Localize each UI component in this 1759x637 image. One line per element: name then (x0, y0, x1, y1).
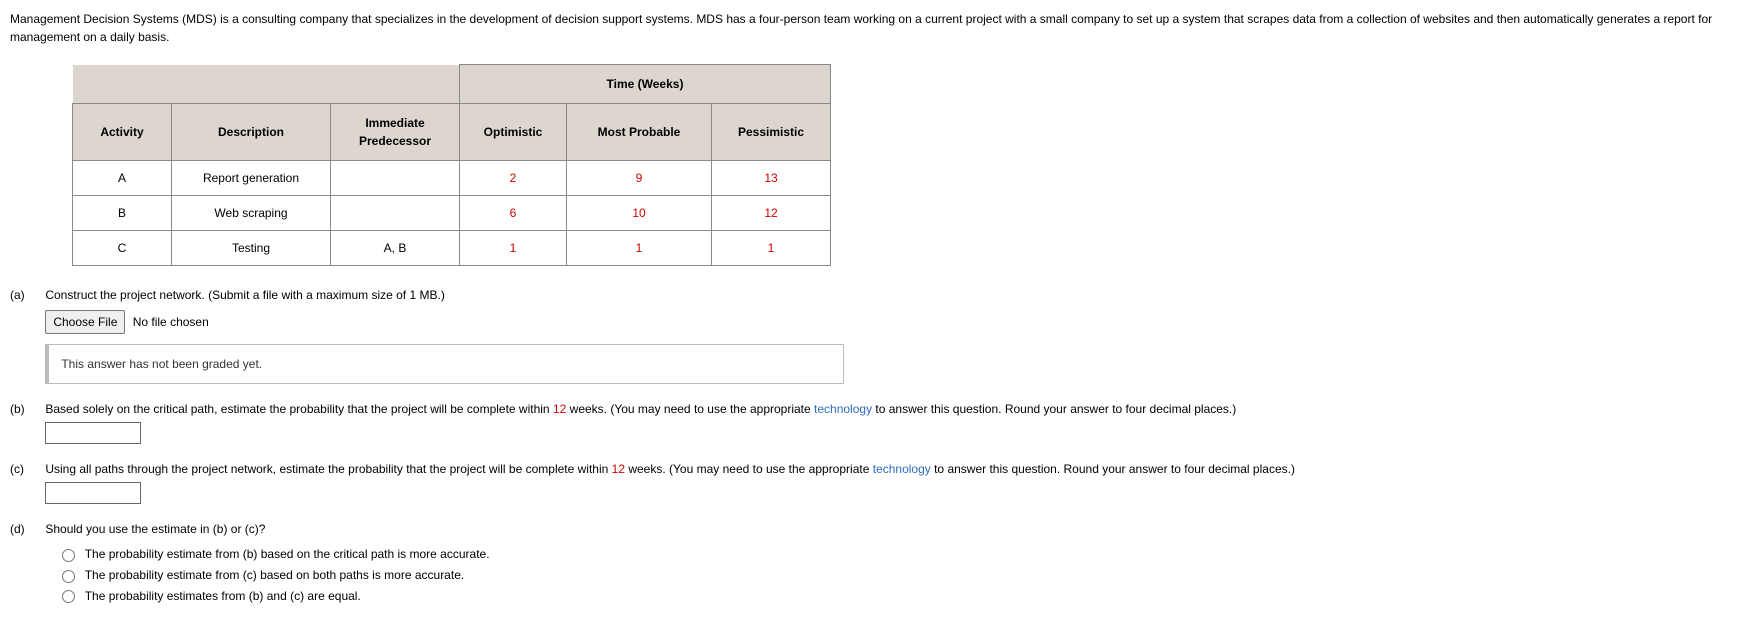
cell-desc: Testing (172, 231, 331, 266)
cell-most: 1 (567, 231, 712, 266)
col-pessimistic: Pessimistic (712, 104, 831, 161)
table-row: B Web scraping 6 10 12 (73, 196, 831, 231)
part-d-option-3[interactable]: The probability estimates from (b) and (… (85, 588, 361, 602)
part-c-text: Using all paths through the project netw… (45, 462, 1295, 476)
cell-pred (331, 196, 460, 231)
cell-opt: 1 (460, 231, 567, 266)
grade-status-box: This answer has not been graded yet. (45, 344, 844, 384)
cell-desc: Web scraping (172, 196, 331, 231)
part-b-answer-input[interactable] (45, 422, 141, 444)
col-optimistic: Optimistic (460, 104, 567, 161)
cell-pess: 13 (712, 161, 831, 196)
cell-pred (331, 161, 460, 196)
activity-table: Time (Weeks) Activity Description Immedi… (72, 64, 831, 266)
cell-opt: 2 (460, 161, 567, 196)
part-d-option-1[interactable]: The probability estimate from (b) based … (85, 547, 490, 561)
cell-desc: Report generation (172, 161, 331, 196)
col-most-probable: Most Probable (567, 104, 712, 161)
part-d-text: Should you use the estimate in (b) or (c… (45, 522, 265, 536)
cell-most: 10 (567, 196, 712, 231)
part-d-radio-3[interactable] (62, 590, 75, 603)
intro-text: Management Decision Systems (MDS) is a c… (10, 10, 1749, 46)
part-c-label: (c) (10, 460, 42, 478)
cell-activity: A (73, 161, 172, 196)
col-activity: Activity (73, 104, 172, 161)
choose-file-button[interactable]: Choose File (45, 310, 125, 334)
cell-pred: A, B (331, 231, 460, 266)
cell-pess: 12 (712, 196, 831, 231)
part-b-text: Based solely on the critical path, estim… (45, 402, 1236, 416)
cell-most: 9 (567, 161, 712, 196)
cell-opt: 6 (460, 196, 567, 231)
part-d-radio-1[interactable] (62, 549, 75, 562)
part-c-answer-input[interactable] (45, 482, 141, 504)
part-d-option-2[interactable]: The probability estimate from (c) based … (85, 568, 465, 582)
table-row: A Report generation 2 9 13 (73, 161, 831, 196)
col-description: Description (172, 104, 331, 161)
part-b-label: (b) (10, 400, 42, 418)
cell-activity: B (73, 196, 172, 231)
part-a-label: (a) (10, 286, 42, 304)
part-a-text: Construct the project network. (Submit a… (45, 288, 444, 302)
part-d-label: (d) (10, 520, 42, 538)
time-header: Time (Weeks) (460, 65, 831, 104)
cell-activity: C (73, 231, 172, 266)
file-status: No file chosen (133, 315, 209, 329)
part-d-radio-2[interactable] (62, 570, 75, 583)
cell-pess: 1 (712, 231, 831, 266)
table-row: C Testing A, B 1 1 1 (73, 231, 831, 266)
col-predecessor: Immediate Predecessor (331, 104, 460, 161)
